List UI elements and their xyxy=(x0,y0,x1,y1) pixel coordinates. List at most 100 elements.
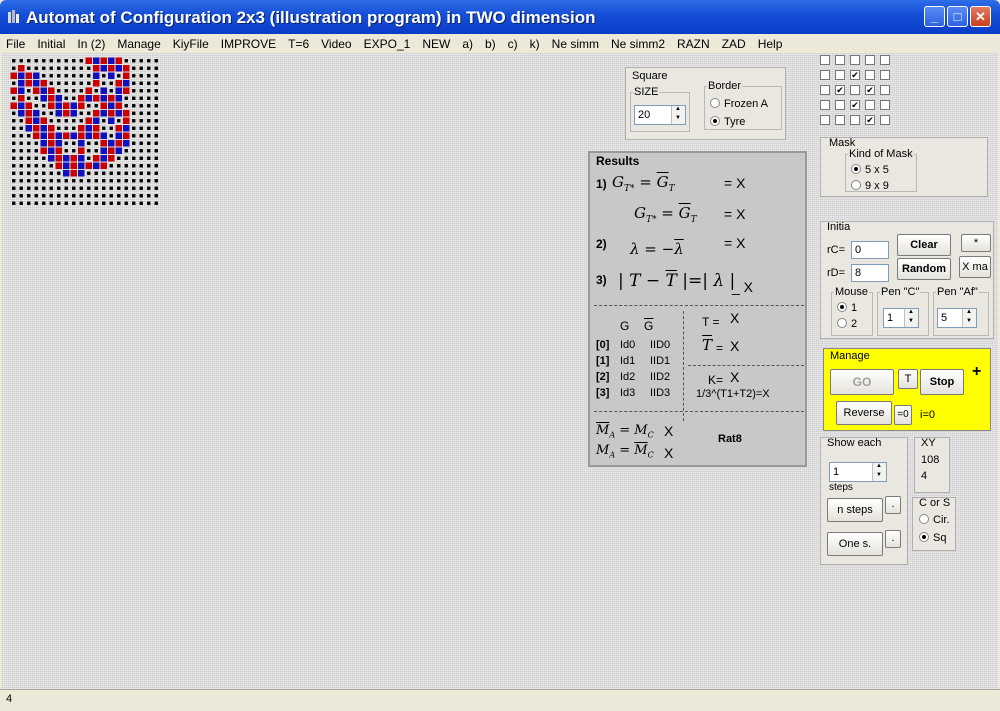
automaton-cell[interactable] xyxy=(42,59,46,63)
automaton-cell[interactable] xyxy=(34,156,38,160)
automaton-cell[interactable] xyxy=(139,126,143,130)
automaton-cell[interactable] xyxy=(12,171,16,175)
automaton-cell[interactable] xyxy=(27,171,31,175)
automaton-cell[interactable] xyxy=(109,134,113,138)
automaton-cell[interactable] xyxy=(63,155,70,162)
automaton-cell[interactable] xyxy=(102,119,106,123)
automaton-cell[interactable] xyxy=(78,162,85,170)
automaton-cell[interactable] xyxy=(79,201,83,205)
pen-c-spinner[interactable]: 1 xyxy=(883,308,919,328)
close-button[interactable]: ✕ xyxy=(970,6,991,27)
automaton-cell[interactable] xyxy=(12,164,16,168)
automaton-cell[interactable] xyxy=(139,59,143,63)
automaton-cell[interactable] xyxy=(12,141,16,145)
automaton-cell[interactable] xyxy=(78,140,85,147)
automaton-cell[interactable] xyxy=(115,102,123,110)
automaton-cell[interactable] xyxy=(63,132,70,140)
automaton-cell[interactable] xyxy=(19,179,23,183)
automaton-cell[interactable] xyxy=(48,147,55,155)
automaton-cell[interactable] xyxy=(123,117,130,125)
automaton-cell[interactable] xyxy=(19,134,23,138)
automaton-cell[interactable] xyxy=(139,171,143,175)
automaton-cell[interactable] xyxy=(100,87,108,95)
automaton-cell[interactable] xyxy=(87,171,91,175)
check-cell[interactable]: ✔ xyxy=(865,85,875,95)
automaton-cell[interactable] xyxy=(154,89,158,93)
rd-input[interactable]: 8 xyxy=(851,264,889,282)
automaton-cell[interactable] xyxy=(63,162,70,170)
check-cell[interactable]: ✔ xyxy=(865,115,875,125)
automaton-cell[interactable] xyxy=(94,104,98,108)
automaton-cell[interactable] xyxy=(115,95,123,102)
automaton-cell[interactable] xyxy=(79,111,83,115)
automaton-cell[interactable] xyxy=(34,141,38,145)
automaton-cell[interactable] xyxy=(102,179,106,183)
automaton-cell[interactable] xyxy=(55,140,63,147)
automaton-cell[interactable] xyxy=(18,110,25,117)
check-cell[interactable] xyxy=(880,55,890,65)
check-cell[interactable] xyxy=(880,115,890,125)
automaton-cell[interactable] xyxy=(57,89,61,93)
automaton-cell[interactable] xyxy=(139,156,143,160)
automaton-cell[interactable] xyxy=(72,186,76,190)
automaton-cell[interactable] xyxy=(49,59,53,63)
pen-af-arrows[interactable] xyxy=(962,309,976,327)
automaton-cell[interactable] xyxy=(64,179,68,183)
automaton-cell[interactable] xyxy=(19,59,23,63)
automaton-cell[interactable] xyxy=(100,162,108,170)
automaton-cell[interactable] xyxy=(18,80,25,87)
automaton-cell[interactable] xyxy=(94,171,98,175)
automaton-cell[interactable] xyxy=(147,126,151,130)
menu-item-5[interactable]: IMPROVE xyxy=(215,34,282,52)
automaton-cell[interactable] xyxy=(33,125,40,132)
automaton-cell[interactable] xyxy=(49,111,53,115)
size-spinner-arrows[interactable] xyxy=(671,106,685,124)
automaton-cell[interactable] xyxy=(57,81,61,85)
menu-item-4[interactable]: KiyFile xyxy=(167,34,215,52)
automaton-cell[interactable] xyxy=(132,134,136,138)
automaton-cell[interactable] xyxy=(64,59,68,63)
menu-item-7[interactable]: Video xyxy=(315,34,357,52)
automaton-cell[interactable] xyxy=(123,87,130,95)
automaton-cell[interactable] xyxy=(115,140,123,147)
automaton-cell[interactable] xyxy=(48,125,55,132)
automaton-cell[interactable] xyxy=(85,125,93,132)
automaton-cell[interactable] xyxy=(108,117,115,125)
automaton-cell[interactable] xyxy=(12,81,16,85)
automaton-cell[interactable] xyxy=(48,140,55,147)
automaton-cell[interactable] xyxy=(139,201,143,205)
automaton-cell[interactable] xyxy=(85,87,93,95)
reset-zero-button[interactable]: =0 xyxy=(894,405,912,425)
check-cell[interactable] xyxy=(880,100,890,110)
automaton-cell[interactable] xyxy=(108,147,115,155)
automaton-cell[interactable] xyxy=(123,72,130,80)
automaton-cell[interactable] xyxy=(25,117,33,125)
automaton-cell[interactable] xyxy=(57,66,61,70)
automaton-cell[interactable] xyxy=(12,179,16,183)
automaton-cell[interactable] xyxy=(132,171,136,175)
automaton-cell[interactable] xyxy=(109,186,113,190)
automaton-cell[interactable] xyxy=(40,140,48,147)
automaton-cell[interactable] xyxy=(132,111,136,115)
automaton-cell[interactable] xyxy=(63,110,70,117)
automaton-cell[interactable] xyxy=(154,186,158,190)
automaton-cell[interactable] xyxy=(93,110,100,117)
automaton-cell[interactable] xyxy=(124,104,128,108)
menu-item-12[interactable]: c) xyxy=(502,34,524,52)
automaton-cell[interactable] xyxy=(27,134,31,138)
menu-item-6[interactable]: T=6 xyxy=(282,34,315,52)
automaton-cell[interactable] xyxy=(42,111,46,115)
automaton-cell[interactable] xyxy=(18,95,25,102)
automaton-cell[interactable] xyxy=(57,179,61,183)
automaton-cell[interactable] xyxy=(132,119,136,123)
automaton-cell[interactable] xyxy=(132,81,136,85)
size-spinner[interactable]: 20 xyxy=(634,105,686,125)
automaton-cell[interactable] xyxy=(109,179,113,183)
automaton-grid[interactable] xyxy=(10,57,160,207)
automaton-cell[interactable] xyxy=(72,66,76,70)
automaton-cell[interactable] xyxy=(124,96,128,100)
automaton-cell[interactable] xyxy=(132,194,136,198)
automaton-cell[interactable] xyxy=(57,119,61,123)
automaton-cell[interactable] xyxy=(64,89,68,93)
automaton-cell[interactable] xyxy=(49,119,53,123)
